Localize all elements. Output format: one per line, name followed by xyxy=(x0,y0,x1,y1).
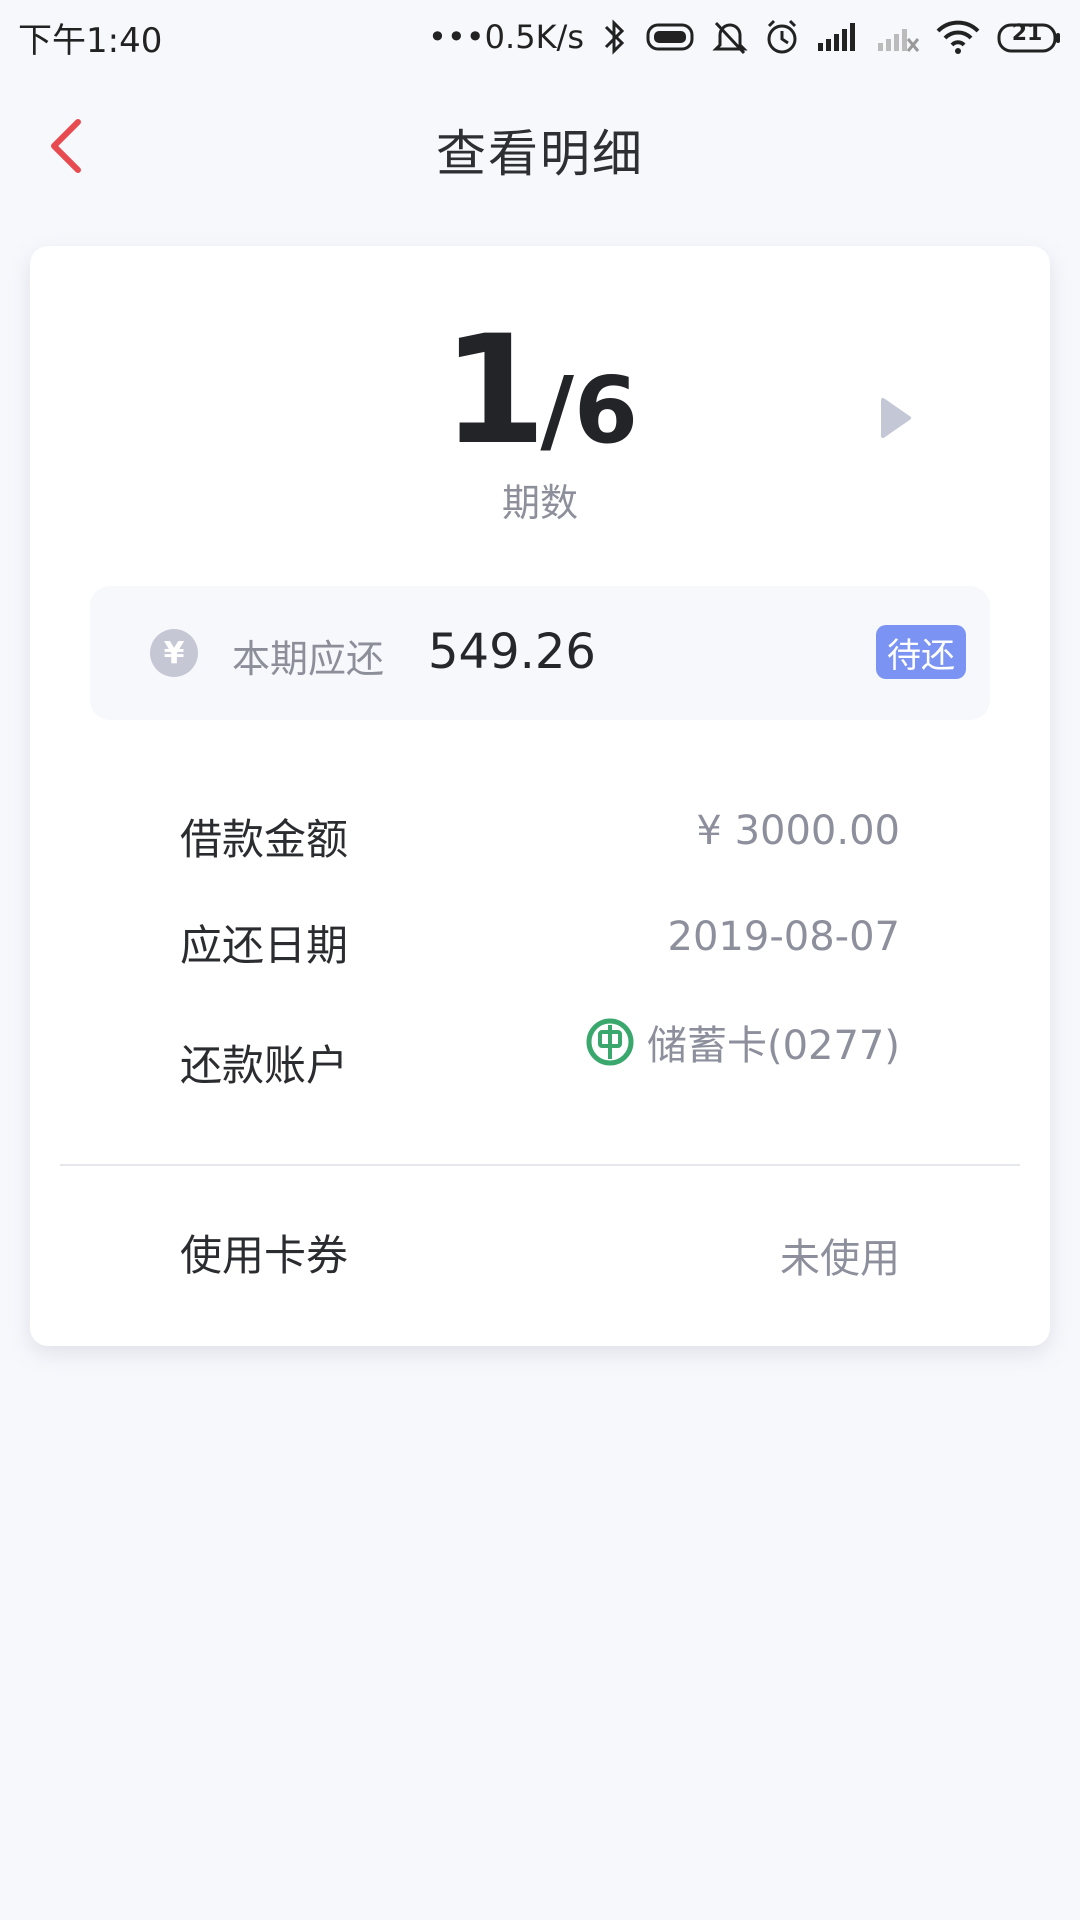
account-value: 储蓄卡(0277) xyxy=(646,1023,900,1069)
coupon-value[interactable]: 未使用 xyxy=(780,1226,900,1284)
due-panel: ¥ 本期应还 549.26 待还 xyxy=(90,586,990,720)
account-label: 还款账户 xyxy=(180,1041,349,1090)
due-amount: 549.26 xyxy=(428,624,596,680)
period-separator: / xyxy=(540,357,574,464)
bluetooth-icon xyxy=(600,17,628,57)
loan-amount-label: 借款金额 xyxy=(180,815,349,864)
signal-off-icon xyxy=(876,17,920,57)
due-label: 本期应还 xyxy=(232,637,385,681)
yen-icon: ¥ xyxy=(150,629,198,677)
header: 查看明细 xyxy=(0,96,1080,196)
page-title: 查看明细 xyxy=(436,125,644,183)
status-time: 下午1:40 xyxy=(18,20,163,61)
signal-icon xyxy=(816,17,860,57)
status-badge: 待还 xyxy=(876,625,966,679)
coupon-label: 使用卡券 xyxy=(180,1231,349,1280)
vibrate-icon xyxy=(644,17,696,57)
loan-amount-value: ¥ 3000.00 xyxy=(696,808,900,854)
due-date-value: 2019-08-07 xyxy=(667,914,900,960)
divider xyxy=(60,1164,1020,1166)
status-icons: •••0.5K/s 21 xyxy=(428,17,1062,57)
status-bar: 下午1:40 •••0.5K/s 21 xyxy=(0,0,1080,74)
play-right-icon xyxy=(881,398,911,438)
bank-logo-icon xyxy=(586,1018,634,1066)
wifi-icon xyxy=(936,17,980,57)
period-total: 6 xyxy=(573,357,638,464)
account-selector[interactable]: 储蓄卡(0277) xyxy=(585,1014,900,1070)
next-period-button[interactable] xyxy=(865,388,925,448)
due-date-label: 应还日期 xyxy=(180,921,349,970)
period-current: 1 xyxy=(442,304,546,478)
period-label: 期数 xyxy=(501,481,578,525)
detail-card: 1/6 期数 ¥ 本期应还 549.26 待还 借款金额 ¥ 3000.00 应… xyxy=(30,246,1050,1346)
battery-level: 21 xyxy=(1011,21,1043,46)
battery-icon: 21 xyxy=(996,17,1062,57)
alarm-icon xyxy=(764,17,800,57)
network-speed: •••0.5K/s xyxy=(428,18,584,56)
mute-bell-icon xyxy=(712,17,748,57)
